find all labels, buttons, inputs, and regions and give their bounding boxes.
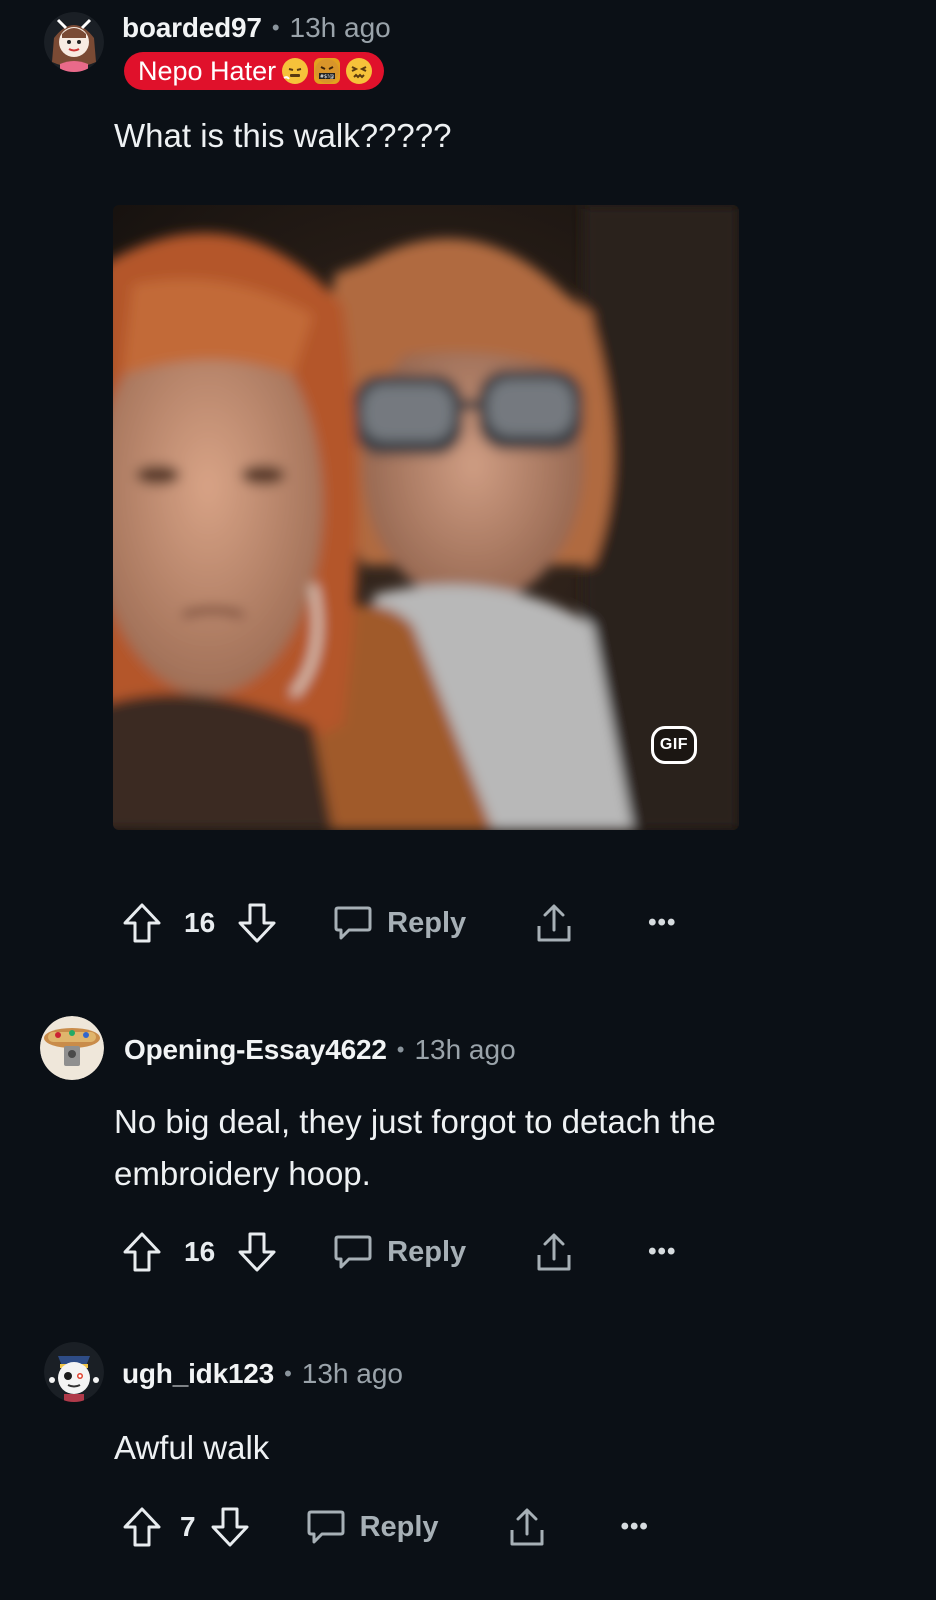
vote-count: 16 [184,1236,216,1267]
flair-text: Nepo Hater [138,55,277,86]
reply-button[interactable]: Reply [333,1233,466,1271]
user-avatar[interactable] [40,1016,104,1080]
comment-actions: 16 Reply ••• [122,898,676,948]
comment-actions: 7 Reply ••• [122,1502,649,1552]
more-options-icon[interactable]: ••• [621,1513,649,1541]
username[interactable]: Opening-Essay4622 [124,1034,387,1066]
share-icon[interactable] [534,1231,574,1273]
vote-count: 16 [184,907,216,938]
svg-text:#$!@: #$!@ [320,74,334,80]
upvote-icon[interactable] [122,1506,162,1548]
reply-button[interactable]: Reply [306,1508,439,1546]
avatar-icon [40,1016,104,1080]
timestamp: 13h ago [301,1358,403,1389]
avatar-icon [44,1342,104,1402]
share-icon[interactable] [507,1506,547,1548]
speech-bubble-icon [333,1233,373,1271]
comment-text-line-1: No big deal, they just forgot to detach … [114,1103,716,1140]
comment-meta: Opening-Essay4622 • 13h ago [124,1030,516,1070]
reply-label: Reply [387,1235,467,1268]
comment-text-line-2: embroidery hoop. [114,1155,371,1192]
gif-media[interactable]: GIF [113,205,739,830]
upvote-icon[interactable] [122,1231,162,1273]
comment-text: Awful walk [114,1429,270,1466]
speech-bubble-icon [333,904,373,942]
comment-meta: boarded97 • 13h ago [122,8,391,48]
vote-count: 7 [180,1511,196,1542]
speech-bubble-icon [306,1508,346,1546]
reply-label: Reply [387,906,467,939]
user-avatar[interactable] [44,12,104,72]
user-avatar[interactable] [44,1342,104,1402]
timestamp: 13h ago [414,1034,516,1065]
timestamp: 13h ago [289,12,391,43]
comment-actions: 16 Reply ••• [122,1227,676,1277]
reply-button[interactable]: Reply [333,904,466,942]
downvote-icon[interactable] [237,902,277,944]
comment-text: What is this walk????? [114,117,452,154]
confounded-emoji-icon [346,58,373,84]
more-options-icon[interactable]: ••• [648,1238,676,1266]
separator-dot: • [396,1037,405,1062]
downvote-icon[interactable] [210,1506,250,1548]
comment-1: boarded97 • 13h ago Nepo Hater #$!@ What… [0,0,936,960]
gif-image [113,205,739,830]
more-options-icon[interactable]: ••• [648,909,676,937]
username[interactable]: boarded97 [122,12,262,44]
username[interactable]: ugh_idk123 [122,1358,274,1390]
separator-dot: • [284,1361,292,1386]
gif-badge: GIF [651,726,697,764]
reply-label: Reply [359,1510,439,1543]
upvote-icon[interactable] [122,902,162,944]
separator-dot: • [271,15,280,40]
triumph-emoji-icon [282,58,309,84]
comment-meta: ugh_idk123 • 13h ago [122,1354,403,1394]
downvote-icon[interactable] [237,1231,277,1273]
user-flair: Nepo Hater #$!@ [124,52,385,90]
cursing-emoji-icon: #$!@ [314,58,341,84]
avatar-icon [44,12,104,72]
share-icon[interactable] [534,902,574,944]
